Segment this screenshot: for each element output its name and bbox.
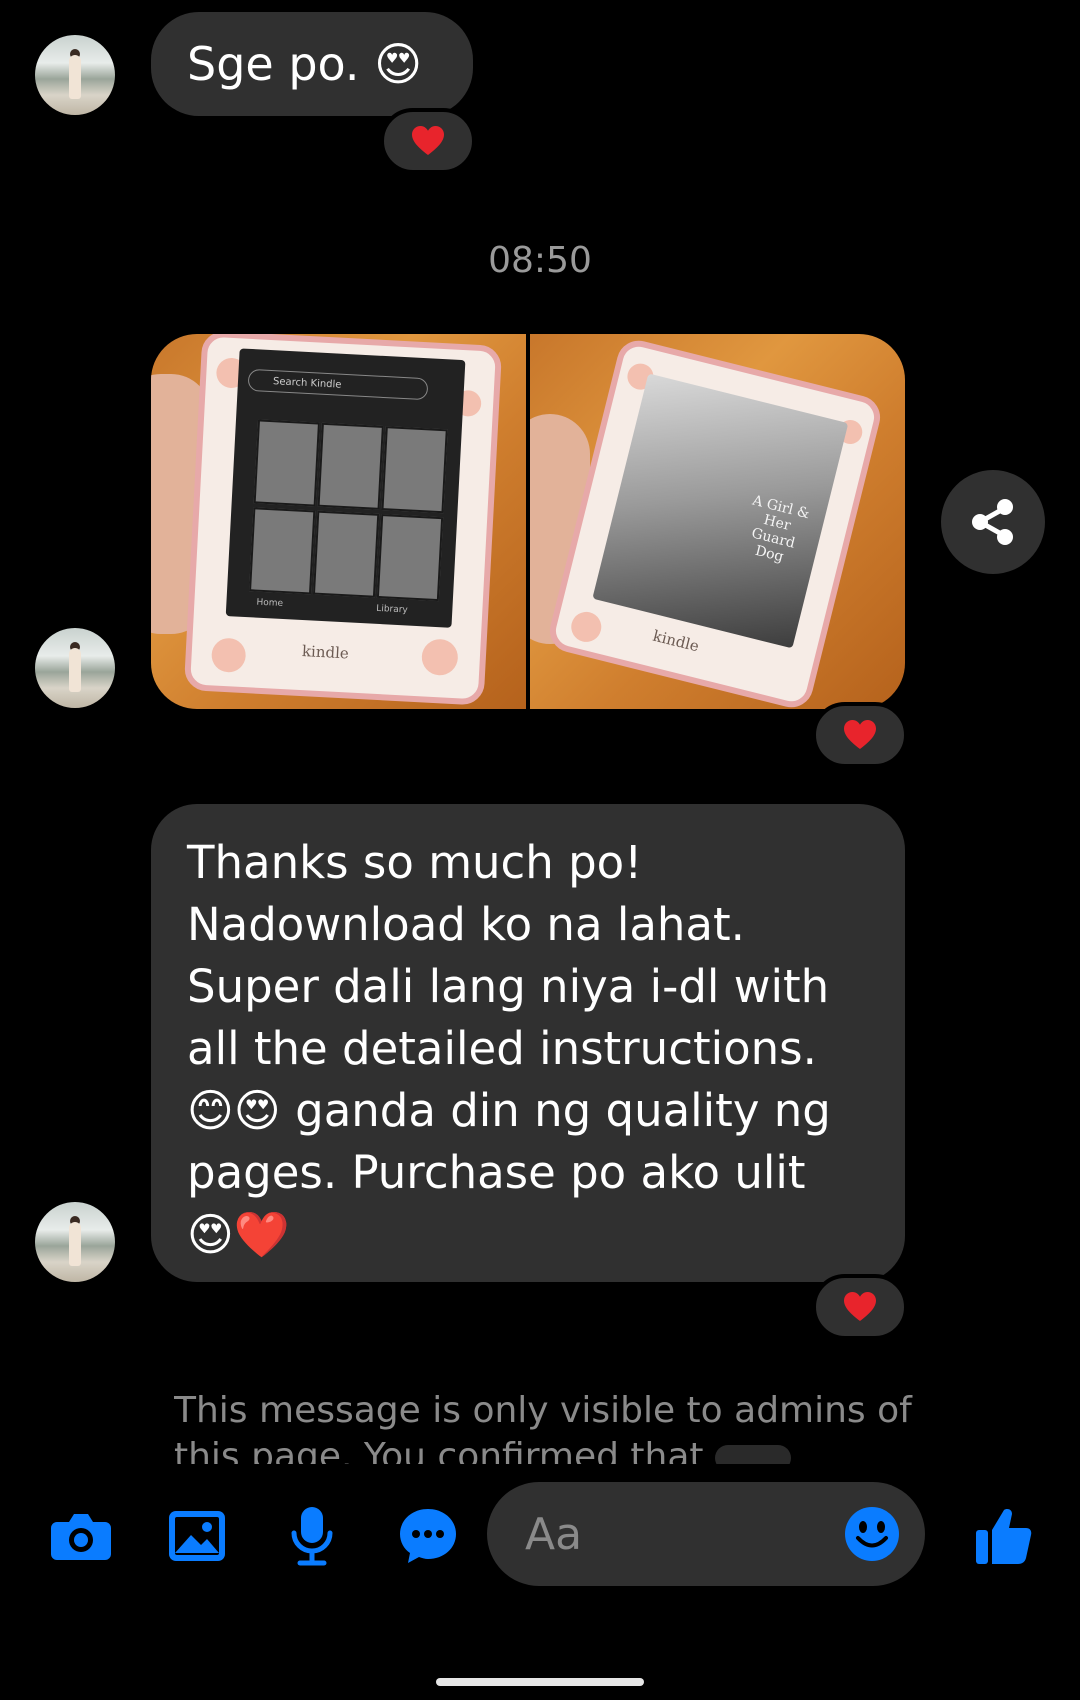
chat-bubble-icon xyxy=(400,1509,456,1563)
home-indicator[interactable] xyxy=(436,1678,644,1686)
message-bubble[interactable]: Thanks so much po! Nadownload ko na laha… xyxy=(151,804,905,1282)
gallery-button[interactable] xyxy=(161,1500,233,1572)
kindle-home-tab: Home xyxy=(256,597,284,609)
message-text-line: pages. Purchase po ako ulit xyxy=(187,1146,806,1199)
kindle-device-image: Search Kindle Home Library kindle xyxy=(183,334,503,706)
photo-attachment[interactable]: A Girl & Her Guard Dog kindle xyxy=(530,334,905,709)
message-text-line: 😊😍 ganda din ng quality ng xyxy=(187,1084,831,1137)
sender-avatar[interactable] xyxy=(35,628,115,708)
emoji-icon[interactable] xyxy=(843,1505,901,1563)
kindle-logo: kindle xyxy=(651,626,701,656)
message-text-line: Super dali lang niya i-dl with xyxy=(187,960,830,1013)
heart-reaction-icon xyxy=(844,720,876,749)
message-text: Sge po. 😍 xyxy=(187,37,423,91)
admin-note-line: this page. You confirmed that placed xyxy=(174,1434,914,1464)
timestamp: 08:50 xyxy=(488,240,592,281)
kindle-library-tab: Library xyxy=(376,603,408,616)
admin-visibility-note: This message is only visible to admins o… xyxy=(174,1388,914,1464)
photo-attachment[interactable]: Search Kindle Home Library kindle xyxy=(151,334,526,709)
kindle-search-bar: Search Kindle xyxy=(247,368,429,401)
reaction-badge[interactable] xyxy=(812,1274,908,1340)
sender-avatar[interactable] xyxy=(35,35,115,115)
camera-button[interactable] xyxy=(45,1500,117,1572)
redacted-name xyxy=(714,1445,791,1464)
thumbs-up-icon xyxy=(976,1509,1032,1564)
camera-icon xyxy=(51,1514,111,1560)
heart-reaction-icon xyxy=(844,1292,876,1321)
chat-options-button[interactable] xyxy=(392,1500,464,1572)
reaction-badge[interactable] xyxy=(380,108,476,174)
microphone-icon xyxy=(291,1507,333,1566)
message-text-line: 😍❤️ xyxy=(187,1208,290,1261)
message-bubble[interactable]: Sge po. 😍 xyxy=(151,12,473,116)
message-text-line: all the detailed instructions. xyxy=(187,1022,817,1075)
heart-reaction-icon xyxy=(412,126,444,155)
share-button[interactable] xyxy=(941,470,1045,574)
kindle-logo: kindle xyxy=(301,642,350,663)
message-text-line: Nadownload ko na lahat. xyxy=(187,898,745,951)
message-input[interactable] xyxy=(523,1507,827,1561)
book-cover-title: A Girl & Her Guard Dog xyxy=(749,492,812,566)
microphone-button[interactable] xyxy=(276,1500,348,1572)
gallery-icon xyxy=(169,1511,225,1561)
sender-avatar[interactable] xyxy=(35,1202,115,1282)
kindle-device-image: A Girl & Her Guard Dog kindle xyxy=(545,336,885,709)
share-icon xyxy=(972,499,1013,545)
like-button[interactable] xyxy=(968,1500,1040,1572)
admin-note-line: This message is only visible to admins o… xyxy=(174,1390,912,1431)
reaction-badge[interactable] xyxy=(812,702,908,768)
message-text-line: Thanks so much po! xyxy=(187,836,643,889)
message-input-container[interactable] xyxy=(487,1482,925,1586)
